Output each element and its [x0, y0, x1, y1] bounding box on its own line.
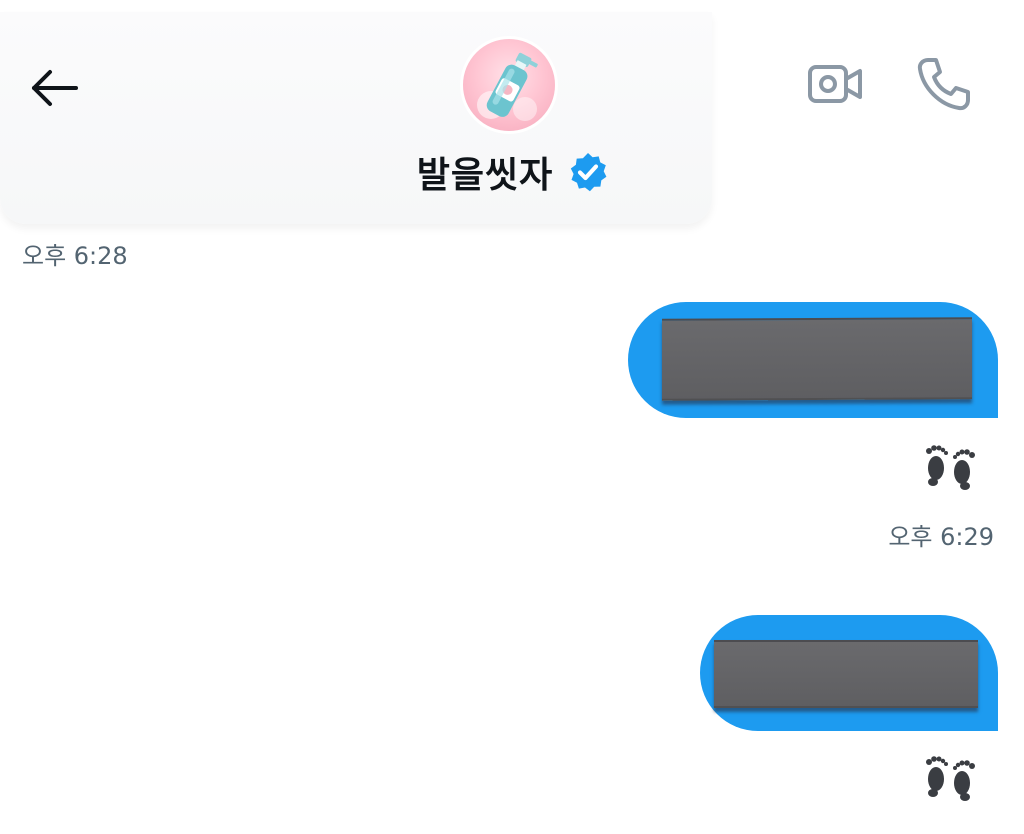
audio-call-button[interactable]: [910, 50, 978, 118]
sent-message-bubble[interactable]: redacted: [628, 302, 998, 418]
video-call-button[interactable]: [802, 54, 868, 114]
contact-name-row[interactable]: 발을씻자: [0, 144, 1024, 200]
contact-avatar[interactable]: [463, 39, 555, 131]
product-bottle-image: [477, 52, 538, 121]
back-button[interactable]: [24, 58, 84, 118]
video-camera-icon: [808, 65, 862, 103]
redacted-message-content: redacted: [662, 317, 972, 401]
message-timestamp: 오후 6:29: [888, 523, 994, 551]
footprints-emoji-reaction[interactable]: [920, 440, 980, 494]
sent-message-bubble[interactable]: redacted: [700, 615, 998, 731]
contact-name: 발을씻자: [416, 155, 554, 196]
redacted-message-content: redacted: [714, 640, 978, 708]
footprints-emoji-reaction[interactable]: [920, 751, 980, 805]
verified-badge-icon: [567, 151, 609, 193]
arrow-left-icon: [32, 70, 78, 106]
message-timestamp: 오후 6:28: [22, 242, 128, 270]
phone-icon: [917, 58, 970, 111]
dm-conversation-screen: 발을씻자 오후 6:28 redacted: [0, 0, 1024, 834]
